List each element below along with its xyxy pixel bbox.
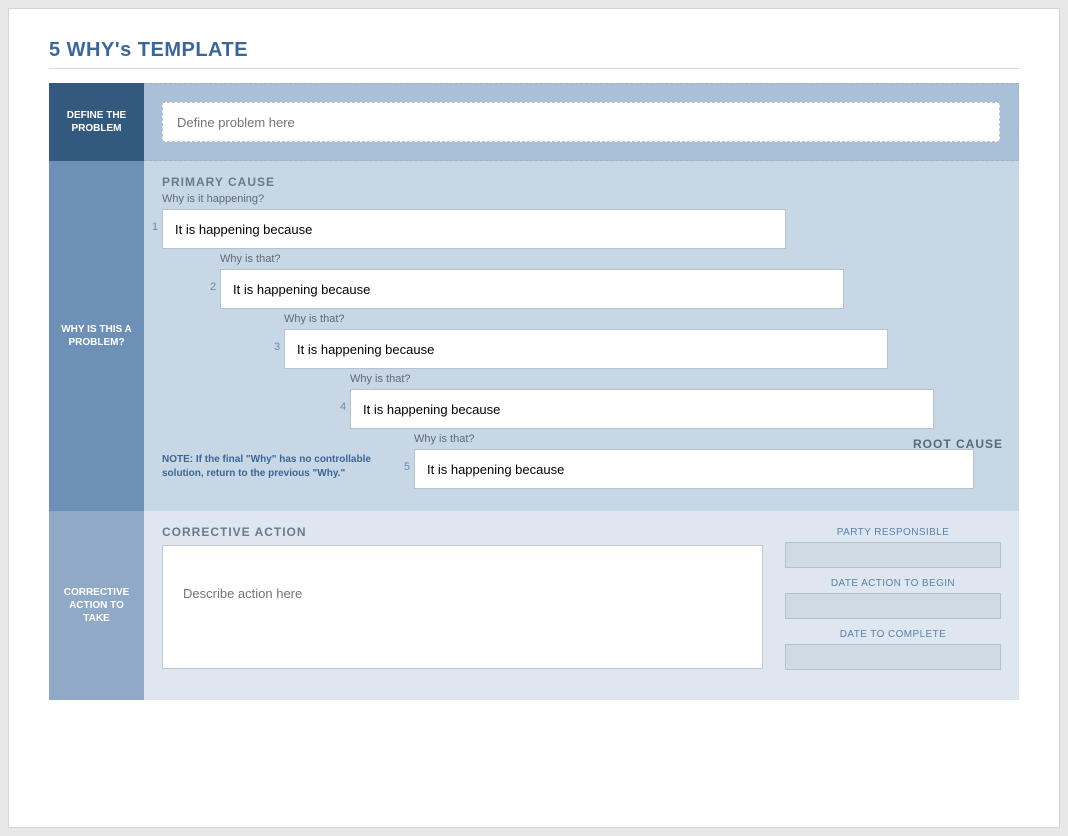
why-row-3: Why is that? 3 [284,313,1019,369]
why-question-2: Why is that? [220,253,1019,265]
why-question-4: Why is that? [350,373,1019,385]
why-input-4[interactable] [350,389,934,429]
define-problem-label: DEFINE THE PROBLEM [49,83,144,161]
why-row-1: Why is it happening? 1 [162,193,1019,249]
corrective-meta: PARTY RESPONSIBLE DATE ACTION TO BEGIN D… [785,525,1001,678]
why-row-4: Why is that? 4 [350,373,1019,429]
why-input-1[interactable] [162,209,786,249]
party-responsible-input[interactable] [785,542,1001,568]
why-question-5: Why is that? [414,433,1019,445]
corrective-section: CORRECTIVE ACTION TO TAKE CORRECTIVE ACT… [49,511,1019,700]
corrective-input[interactable] [162,545,763,669]
why-section-label: WHY IS THIS A PROBLEM? [49,161,144,511]
why-row-2: Why is that? 2 [220,253,1019,309]
date-complete-label: DATE TO COMPLETE [785,629,1001,640]
define-problem-section: DEFINE THE PROBLEM [49,83,1019,161]
why-number-1: 1 [152,221,158,233]
why-question-1: Why is it happening? [162,193,1019,205]
corrective-left: CORRECTIVE ACTION [162,525,763,678]
note-text: NOTE: If the final "Why" has no controll… [162,453,396,480]
primary-cause-header: PRIMARY CAUSE [162,175,1019,189]
why-row-5: Why is that? 5 [414,433,1019,489]
problem-input[interactable] [162,102,1000,142]
why-input-2[interactable] [220,269,844,309]
corrective-body: CORRECTIVE ACTION PARTY RESPONSIBLE DATE… [144,511,1019,700]
why-number-5: 5 [404,461,410,473]
page: 5 WHY's TEMPLATE DEFINE THE PROBLEM WHY … [8,8,1060,828]
why-question-3: Why is that? [284,313,1019,325]
page-title: 5 WHY's TEMPLATE [49,39,1019,69]
date-begin-input[interactable] [785,593,1001,619]
why-number-4: 4 [340,401,346,413]
corrective-label: CORRECTIVE ACTION TO TAKE [49,511,144,700]
date-complete-input[interactable] [785,644,1001,670]
corrective-header: CORRECTIVE ACTION [162,525,763,539]
why-input-3[interactable] [284,329,888,369]
why-section: WHY IS THIS A PROBLEM? PRIMARY CAUSE Why… [49,161,1019,511]
date-begin-label: DATE ACTION TO BEGIN [785,578,1001,589]
why-input-5[interactable] [414,449,974,489]
define-problem-body [144,83,1019,161]
party-responsible-label: PARTY RESPONSIBLE [785,527,1001,538]
why-body: PRIMARY CAUSE Why is it happening? 1 Why… [144,161,1019,511]
why-number-3: 3 [274,341,280,353]
why-number-2: 2 [210,281,216,293]
